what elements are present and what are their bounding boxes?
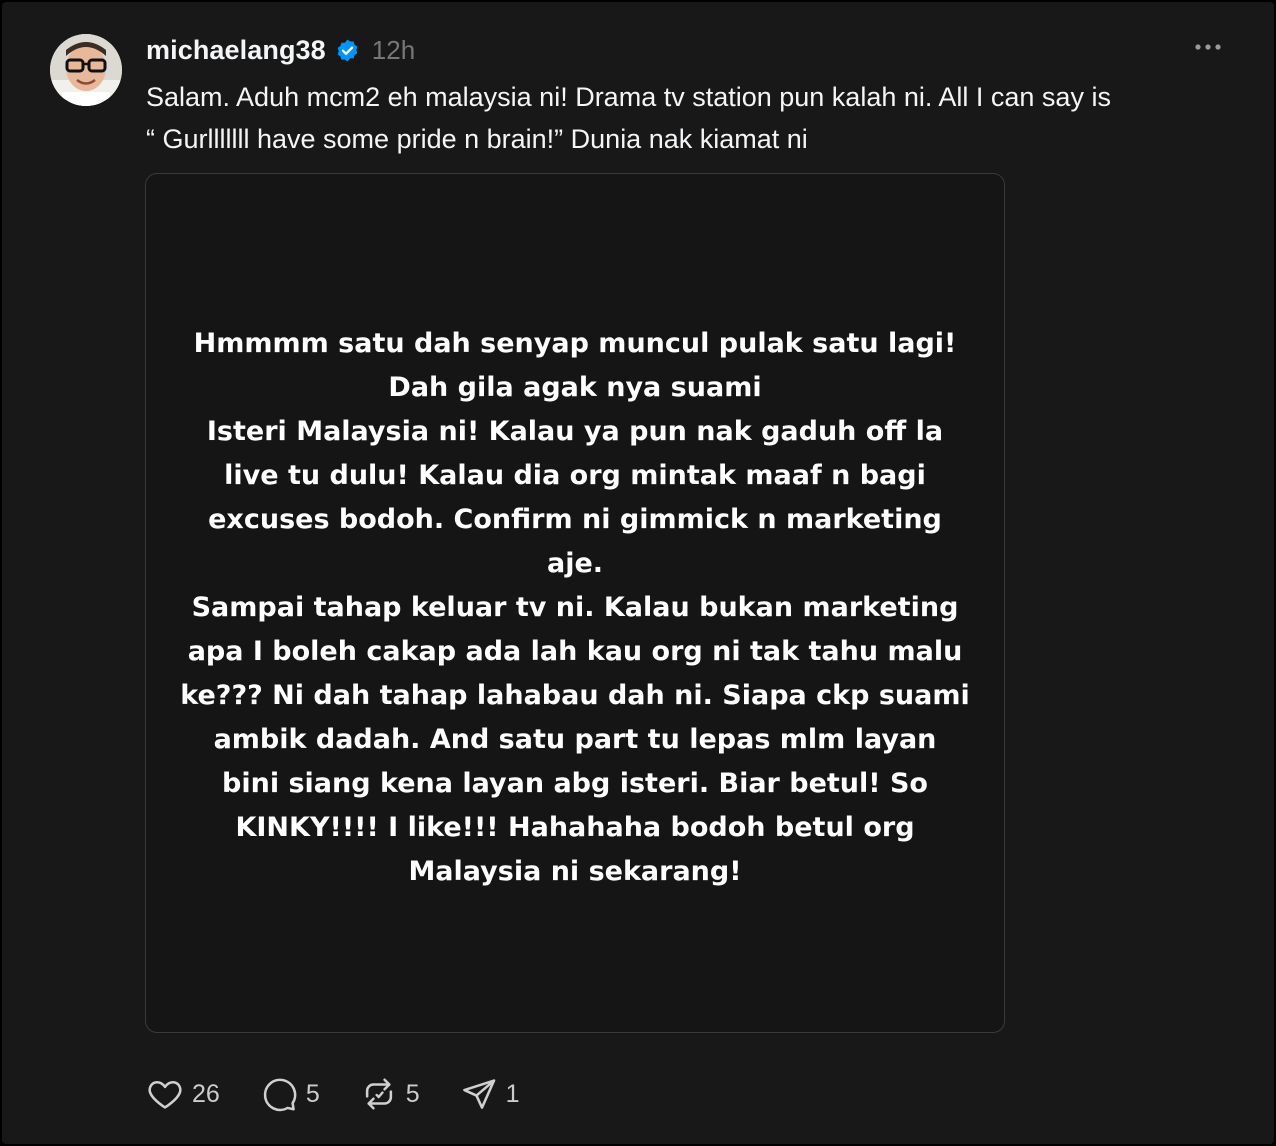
like-count: 26 — [192, 1079, 220, 1108]
avatar-image — [50, 34, 122, 106]
share-count: 1 — [505, 1079, 520, 1108]
post-caption: Salam. Aduh mcm2 eh malaysia ni! Drama t… — [146, 82, 1111, 154]
post-actions: 26 5 5 1 — [146, 1072, 560, 1116]
post-image[interactable]: Hmmmm satu dah senyap muncul pulak satu … — [145, 173, 1005, 1033]
post-header: michaelang38 12h — [146, 30, 415, 70]
verified-badge-icon — [335, 38, 360, 63]
more-options-icon[interactable] — [1190, 32, 1226, 62]
avatar[interactable] — [50, 34, 122, 106]
repost-button[interactable]: 5 — [360, 1075, 420, 1113]
thread-post: michaelang38 12h Salam. Aduh mcm2 eh mal… — [2, 2, 1274, 1144]
repost-count: 5 — [405, 1079, 420, 1108]
post-time: 12h — [371, 34, 416, 65]
heart-icon — [148, 1081, 182, 1109]
comment-icon — [263, 1078, 297, 1112]
reply-button[interactable]: 5 — [260, 1075, 320, 1113]
repost-icon — [365, 1078, 392, 1110]
send-icon — [462, 1079, 495, 1109]
reply-count: 5 — [305, 1079, 320, 1108]
share-button[interactable]: 1 — [460, 1075, 520, 1113]
post-image-text: Hmmmm satu dah senyap muncul pulak satu … — [180, 328, 970, 887]
like-button[interactable]: 26 — [146, 1075, 220, 1113]
username[interactable]: michaelang38 — [146, 35, 326, 66]
